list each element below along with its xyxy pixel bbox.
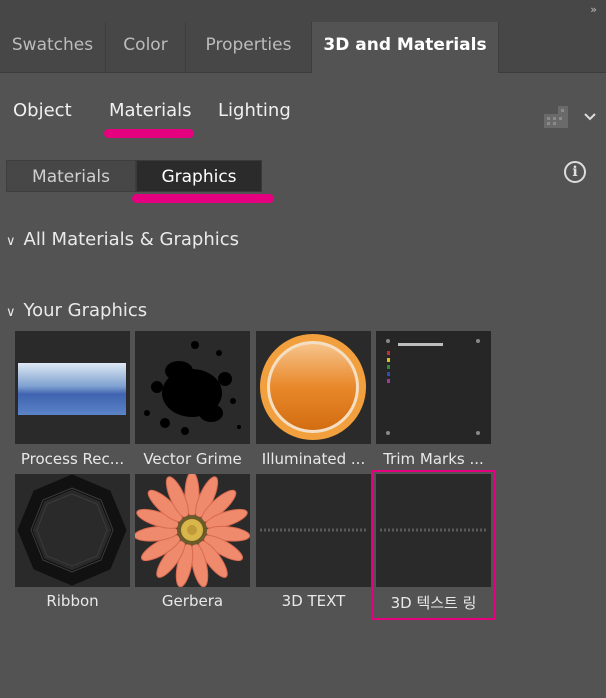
illuminated-button-graphic: [260, 334, 366, 440]
graphic-label: Gerbera: [161, 592, 224, 610]
selection-highlight-box: [372, 470, 495, 620]
chevron-down-icon: ∨: [6, 305, 16, 320]
tab-swatches[interactable]: Swatches: [0, 22, 106, 72]
segment-materials[interactable]: Materials: [6, 160, 136, 192]
graphic-label: Ribbon: [46, 592, 99, 610]
graphic-thumb-illuminated[interactable]: [256, 331, 371, 444]
graphics-highlight-mark: [132, 194, 274, 203]
tab-color[interactable]: Color: [106, 22, 186, 72]
section-title: Your Graphics: [23, 300, 148, 321]
graphic-label: Process Rec...: [20, 450, 125, 468]
panel-tab-bar: Swatches Color Properties 3D and Materia…: [0, 22, 606, 73]
section-your-graphics[interactable]: ∨ Your Graphics: [6, 300, 147, 321]
graphic-label: 3D TEXT: [281, 592, 346, 610]
section-all-materials-graphics[interactable]: ∨ All Materials & Graphics: [6, 229, 239, 250]
graphic-thumb-process-rectangle[interactable]: [15, 331, 130, 444]
trim-marks-graphic: [376, 331, 491, 444]
view-mode-icon[interactable]: [544, 106, 568, 128]
panel-top-bar: »: [0, 0, 606, 22]
graphic-thumb-vector-grime[interactable]: [135, 331, 250, 444]
dotted-text-line-graphic: [260, 528, 367, 532]
gerbera-flower-graphic: [135, 474, 250, 587]
graphic-label: Trim Marks ...: [383, 450, 484, 468]
chevron-down-icon[interactable]: [583, 112, 597, 122]
subnav-object[interactable]: Object: [13, 100, 72, 121]
gradient-rectangle-graphic: [18, 363, 126, 415]
info-icon[interactable]: i: [564, 161, 586, 183]
chevron-down-icon: ∨: [6, 234, 16, 249]
tab-3d-and-materials[interactable]: 3D and Materials: [312, 22, 499, 73]
graphic-thumb-gerbera[interactable]: [135, 474, 250, 587]
collapse-panel-icon[interactable]: »: [590, 3, 597, 16]
graphic-thumb-trim-marks[interactable]: [376, 331, 491, 444]
section-title: All Materials & Graphics: [23, 229, 240, 250]
graphic-label: Illuminated ...: [261, 450, 366, 468]
tab-properties[interactable]: Properties: [186, 22, 312, 72]
ink-splatter-graphic: [144, 341, 241, 435]
subnav-lighting[interactable]: Lighting: [218, 100, 291, 121]
ribbon-graphic: [17, 474, 127, 586]
graphic-label: Vector Grime: [143, 450, 242, 468]
graphic-thumb-3d-text[interactable]: [256, 474, 371, 587]
graphic-thumb-ribbon[interactable]: [15, 474, 130, 587]
materials-highlight-mark: [104, 129, 194, 138]
subnav-materials[interactable]: Materials: [109, 100, 192, 121]
segment-graphics[interactable]: Graphics: [136, 160, 262, 192]
